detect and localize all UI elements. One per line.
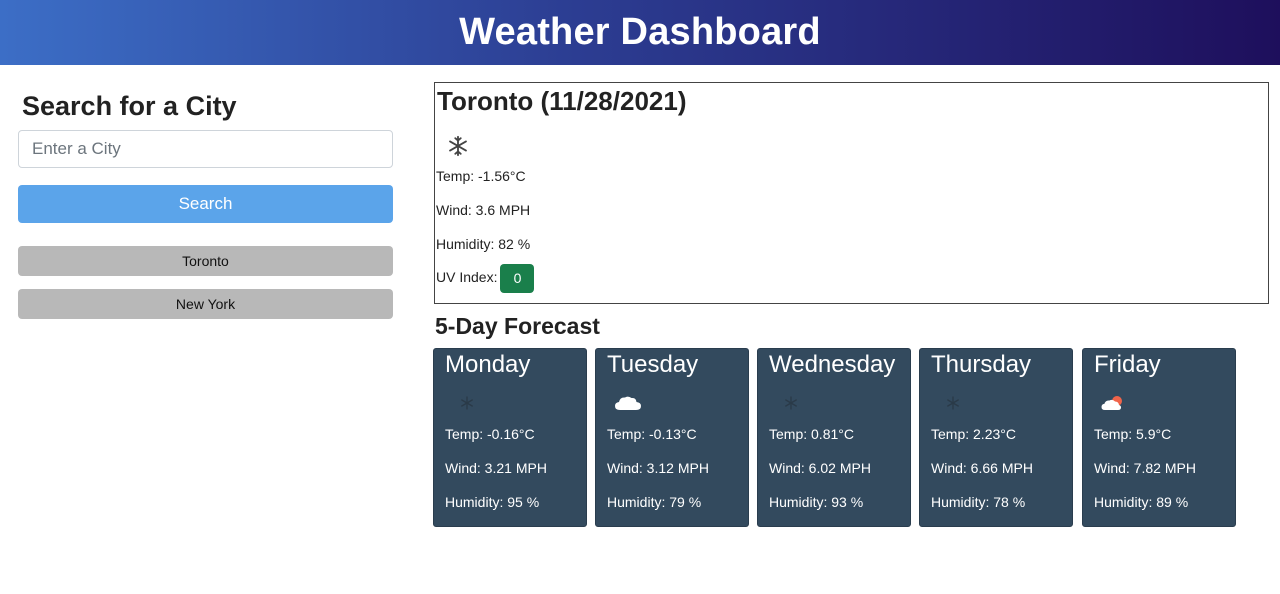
- current-weather-panel: Toronto (11/28/2021) Temp: -1.56°C Wind:…: [434, 82, 1269, 304]
- city-search-input[interactable]: [18, 130, 393, 168]
- search-heading: Search for a City: [22, 91, 237, 121]
- snow-icon: [785, 396, 797, 410]
- forecast-card: Tuesday Temp: -0.13°C Wind: 3.12 MPH Hum…: [595, 348, 749, 527]
- partly-cloudy-icon: [1101, 396, 1122, 410]
- forecast-wind: Wind: 6.02 MPH: [769, 460, 871, 476]
- snow-icon: [947, 396, 959, 410]
- current-wind: Wind: 3.6 MPH: [436, 202, 531, 218]
- forecast-temp: Temp: 2.23°C: [931, 426, 1016, 442]
- forecast-card: Wednesday Temp: 0.81°C Wind: 6.02 MPH Hu…: [757, 348, 911, 527]
- forecast-humidity: Humidity: 95 %: [445, 494, 540, 510]
- page-title: Weather Dashboard: [459, 11, 821, 53]
- search-button[interactable]: Search: [18, 185, 393, 223]
- forecast-day: Thursday: [931, 351, 1032, 378]
- forecast-humidity: Humidity: 89 %: [1094, 494, 1189, 510]
- app-header: Weather Dashboard: [0, 0, 1280, 65]
- forecast-humidity: Humidity: 79 %: [607, 494, 702, 510]
- snow-icon: [449, 135, 467, 157]
- forecast-temp: Temp: -0.16°C: [445, 426, 535, 442]
- forecast-temp: Temp: 0.81°C: [769, 426, 854, 442]
- snow-icon: [461, 396, 473, 410]
- forecast-humidity: Humidity: 78 %: [931, 494, 1026, 510]
- search-panel: Search for a City Search Toronto New Yor…: [18, 65, 393, 319]
- current-city-title: Toronto (11/28/2021): [437, 86, 687, 116]
- forecast-card: Thursday Temp: 2.23°C Wind: 6.66 MPH Hum…: [919, 348, 1073, 527]
- forecast-temp: Temp: -0.13°C: [607, 426, 697, 442]
- forecast-wind: Wind: 3.12 MPH: [607, 460, 709, 476]
- uv-index-label: UV Index:: [436, 269, 498, 286]
- current-temp: Temp: -1.56°C: [436, 168, 526, 184]
- forecast-day: Tuesday: [607, 351, 699, 378]
- forecast-day: Wednesday: [769, 351, 896, 378]
- uv-index-badge: 0: [500, 264, 535, 293]
- forecast-wind: Wind: 3.21 MPH: [445, 460, 547, 476]
- forecast-day: Monday: [445, 351, 531, 378]
- forecast-card: Friday Temp: 5.9°C Wind: 7.82 MPH Humidi…: [1082, 348, 1236, 527]
- forecast-day: Friday: [1094, 351, 1161, 378]
- uv-index-row: UV Index: 0: [436, 264, 535, 293]
- forecast-temp: Temp: 5.9°C: [1094, 426, 1172, 442]
- forecast-card: Monday Temp: -0.16°C Wind: 3.21 MPH Humi…: [433, 348, 587, 527]
- cloud-icon: [615, 396, 641, 410]
- history-button-toronto[interactable]: Toronto: [18, 246, 393, 276]
- current-humidity: Humidity: 82 %: [436, 236, 531, 252]
- forecast-wind: Wind: 7.82 MPH: [1094, 460, 1196, 476]
- history-button-new-york[interactable]: New York: [18, 289, 393, 319]
- forecast-title: 5-Day Forecast: [435, 313, 600, 339]
- forecast-wind: Wind: 6.66 MPH: [931, 460, 1033, 476]
- forecast-humidity: Humidity: 93 %: [769, 494, 864, 510]
